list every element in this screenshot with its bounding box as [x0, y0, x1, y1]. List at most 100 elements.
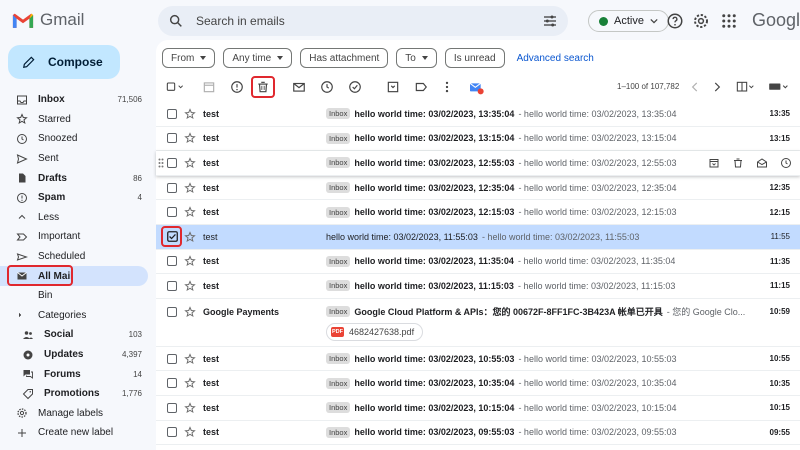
row-checkbox[interactable]	[167, 207, 177, 218]
star-icon[interactable]	[184, 231, 196, 243]
row-checkbox[interactable]	[167, 133, 177, 144]
archive-icon[interactable]	[202, 80, 216, 94]
email-row[interactable]: test Inbox hello world time: 03/02/2023, 1…	[156, 126, 800, 152]
filter-to-chip[interactable]: To	[396, 48, 437, 68]
inbox-badge[interactable]: Inbox	[326, 353, 351, 365]
inbox-badge[interactable]: Inbox	[326, 305, 351, 317]
email-row[interactable]: test Inbox hello world time: 03/02/2023, 1…	[156, 274, 800, 299]
gear-icon[interactable]	[692, 12, 710, 30]
star-icon[interactable]	[184, 426, 196, 438]
mark-as-read-icon[interactable]	[756, 157, 768, 169]
snooze-clock-icon[interactable]	[780, 157, 792, 169]
search-input[interactable]	[196, 14, 542, 28]
star-icon[interactable]	[184, 352, 196, 365]
search-icon[interactable]	[168, 13, 184, 29]
filter-has-attachment-chip[interactable]: Has attachment	[300, 48, 389, 68]
filter-from-chip[interactable]: From	[162, 48, 216, 68]
inbox-badge[interactable]: Inbox	[326, 157, 351, 169]
email-row[interactable]: test Inbox hello world time: 03/02/2023, 1…	[156, 151, 800, 176]
sidebar-item-social[interactable]: Social 103	[0, 325, 150, 345]
row-checkbox[interactable]	[167, 427, 177, 438]
sidebar-item-starred[interactable]: Starred	[0, 110, 150, 130]
star-icon[interactable]	[184, 377, 196, 389]
inbox-badge[interactable]: Inbox	[326, 132, 351, 144]
row-checkbox[interactable]	[167, 182, 177, 193]
sidebar-item-all-mail[interactable]: All Mail	[0, 266, 148, 286]
extension-mail-icon[interactable]	[468, 80, 484, 96]
sidebar-item-manage-labels[interactable]: Manage labels	[0, 404, 150, 424]
email-row[interactable]: test Inbox hello world time: 03/02/2023, 1…	[156, 200, 800, 225]
report-spam-icon[interactable]	[230, 80, 244, 94]
row-checkbox[interactable]	[167, 378, 177, 389]
advanced-search-link[interactable]: Advanced search	[517, 53, 594, 64]
sidebar-item-bin[interactable]: Bin	[0, 286, 150, 306]
chevron-right-icon[interactable]	[710, 80, 724, 94]
add-to-tasks-icon[interactable]	[348, 80, 362, 94]
sidebar-item-promotions[interactable]: Promotions 1,776	[0, 384, 150, 404]
star-icon[interactable]	[184, 132, 196, 144]
sidebar-item-important[interactable]: Important	[0, 227, 150, 247]
email-row[interactable]: test Inbox hello world time: 03/02/2023, 1…	[156, 175, 800, 201]
sidebar-item-less[interactable]: Less	[0, 208, 150, 228]
inbox-badge[interactable]: Inbox	[326, 377, 351, 389]
email-row[interactable]: test Inbox hello world time: 03/02/2023, 1…	[156, 346, 800, 372]
star-icon[interactable]	[184, 255, 196, 267]
star-icon[interactable]	[184, 108, 196, 120]
star-icon[interactable]	[184, 181, 196, 194]
sidebar-item-forums[interactable]: Forums 14	[0, 364, 150, 384]
row-checkbox[interactable]	[167, 256, 177, 267]
star-icon[interactable]	[184, 280, 196, 292]
email-row[interactable]: Google Payments Inbox Google Cloud Platfor…	[156, 298, 800, 347]
inbox-badge[interactable]: Inbox	[326, 182, 351, 194]
more-vertical-icon[interactable]	[440, 80, 454, 94]
move-to-inbox-icon[interactable]	[386, 80, 400, 94]
row-checkbox[interactable]	[167, 353, 177, 364]
inbox-badge[interactable]: Inbox	[326, 280, 351, 292]
row-checkbox[interactable]	[167, 108, 177, 119]
help-icon[interactable]	[666, 12, 684, 30]
email-row[interactable]: test Inbox hello world time: 03/02/2023, 1…	[156, 371, 800, 396]
row-checkbox[interactable]	[167, 306, 177, 317]
google-account-brand[interactable]: Google	[752, 10, 800, 31]
email-row[interactable]: test hello world time: 03/02/2023, 11:55:…	[156, 224, 800, 250]
gmail-logo[interactable]: Gmail	[12, 10, 84, 30]
inbox-badge[interactable]: Inbox	[326, 255, 351, 267]
sidebar-item-spam[interactable]: Spam 4	[0, 188, 150, 208]
filter-any-time-chip[interactable]: Any time	[223, 48, 293, 68]
sidebar-item-inbox[interactable]: Inbox 71,506	[0, 90, 150, 110]
mark-as-read-icon[interactable]	[292, 80, 306, 94]
email-row[interactable]: test Inbox hello world time: 03/02/2023, 0…	[156, 420, 800, 446]
inbox-badge[interactable]: Inbox	[326, 206, 351, 218]
chevron-left-icon[interactable]	[688, 80, 702, 94]
input-tools-keyboard-icon[interactable]	[768, 80, 790, 94]
filter-is-unread-chip[interactable]: Is unread	[444, 48, 505, 68]
compose-button[interactable]: Compose	[8, 45, 120, 79]
search-bar[interactable]	[158, 6, 568, 36]
sidebar-item-categories[interactable]: Categories	[0, 306, 150, 326]
status-selector[interactable]: Active	[588, 10, 669, 32]
archive-icon[interactable]	[708, 157, 720, 169]
snooze-clock-icon[interactable]	[320, 80, 334, 94]
star-icon[interactable]	[184, 157, 196, 169]
sidebar-item-snoozed[interactable]: Snoozed	[0, 129, 150, 149]
email-row[interactable]: test Inbox hello world time: 03/02/2023, 1…	[156, 395, 800, 421]
row-checkbox[interactable]	[167, 280, 177, 291]
search-options-icon[interactable]	[542, 13, 558, 29]
star-icon[interactable]	[184, 206, 196, 218]
trash-icon[interactable]	[732, 157, 744, 169]
sidebar-item-updates[interactable]: Updates 4,397	[0, 345, 150, 365]
sidebar-item-create-new-label[interactable]: Create new label	[0, 423, 150, 443]
email-row[interactable]: test Inbox hello world time: 03/02/2023, 1…	[156, 102, 800, 127]
inbox-badge[interactable]: Inbox	[326, 108, 351, 120]
attachment-chip[interactable]: PDF 4682427638.pdf	[326, 322, 424, 341]
sidebar-item-scheduled[interactable]: Scheduled	[0, 247, 150, 267]
sidebar-item-drafts[interactable]: Drafts 86	[0, 168, 150, 188]
inbox-badge[interactable]: Inbox	[326, 402, 351, 414]
apps-grid-icon[interactable]	[720, 12, 738, 30]
email-row[interactable]: test Inbox hello world time: 03/02/2023, 1…	[156, 249, 800, 275]
split-pane-icon[interactable]	[736, 80, 756, 94]
drag-handle-icon[interactable]	[158, 158, 164, 168]
delete-button[interactable]	[251, 76, 275, 98]
star-icon[interactable]	[184, 401, 196, 414]
inbox-badge[interactable]: Inbox	[326, 426, 351, 438]
